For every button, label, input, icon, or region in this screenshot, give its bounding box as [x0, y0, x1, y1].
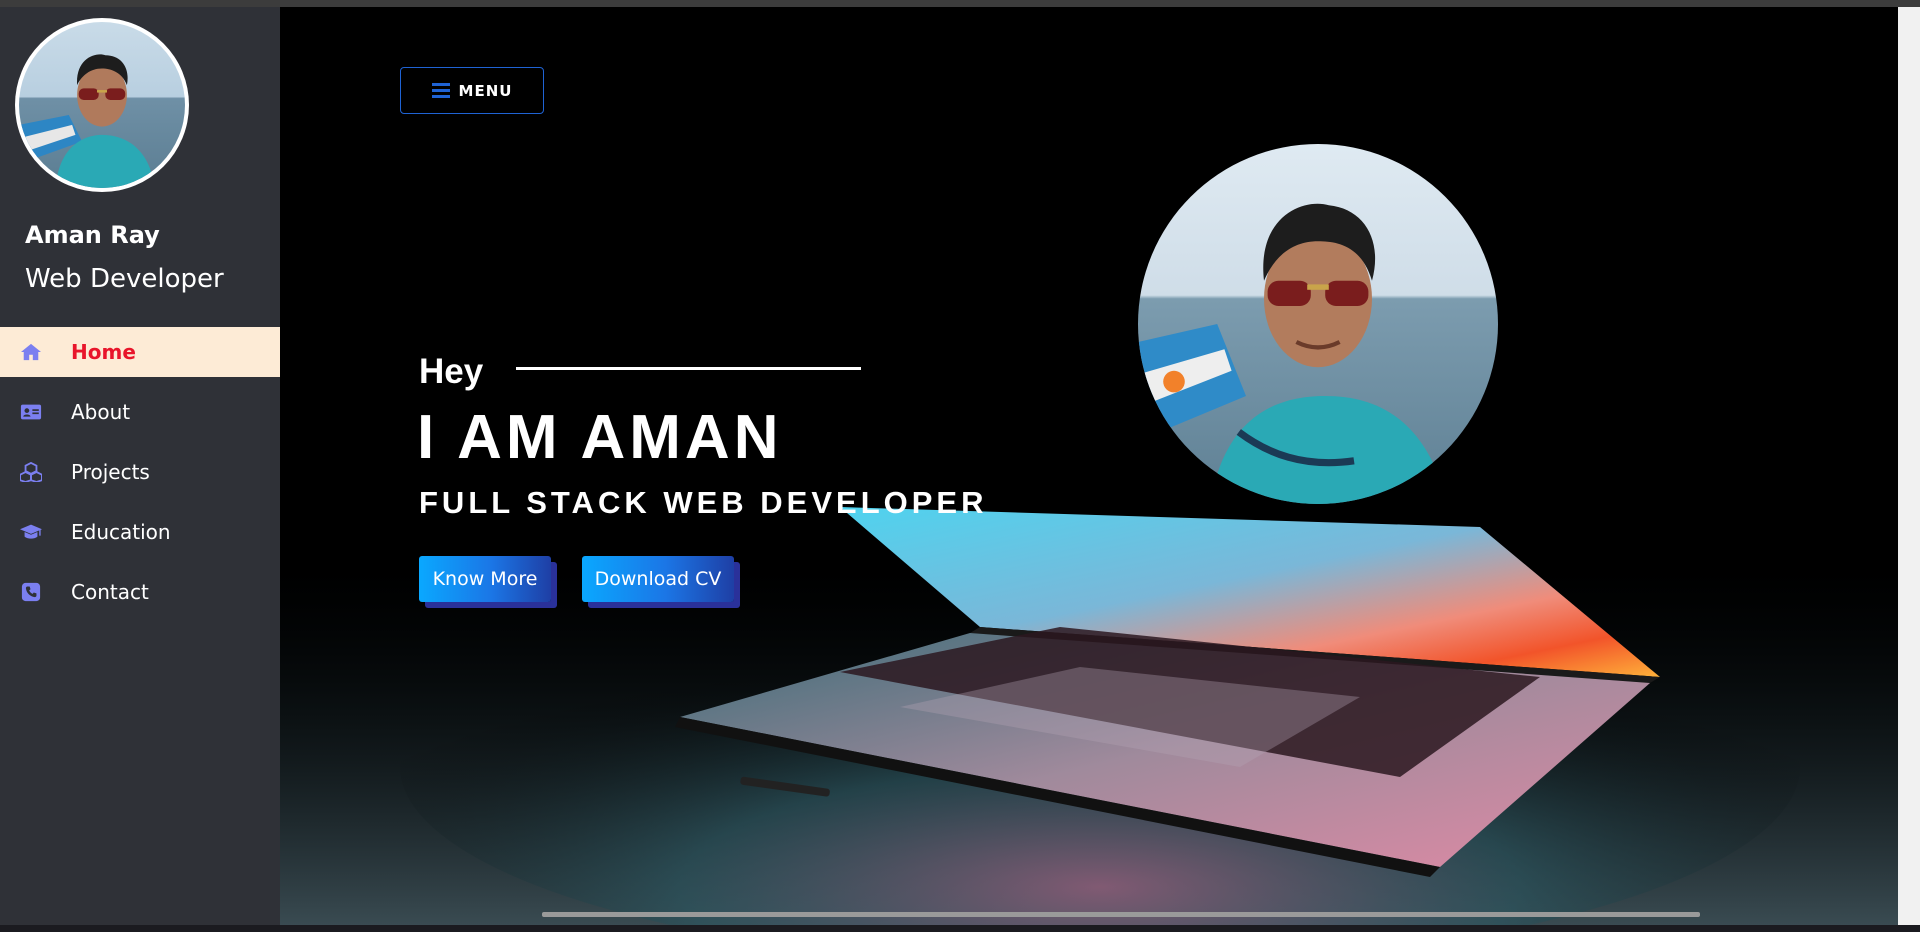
sidebar-item-contact[interactable]: Contact [0, 567, 280, 617]
sidebar-avatar-frame [15, 18, 189, 192]
sidebar-item-education[interactable]: Education [0, 507, 280, 557]
id-card-icon [20, 404, 42, 420]
hero-subtitle: FULL STACK WEB DEVELOPER [419, 485, 988, 520]
sidebar-item-label: Contact [71, 580, 149, 604]
horizontal-scrollbar[interactable] [542, 912, 1700, 917]
avatar [19, 22, 185, 188]
sidebar-item-label: Education [71, 520, 171, 544]
sidebar-item-home[interactable]: Home [0, 327, 280, 377]
sidebar-item-label: Home [71, 340, 136, 364]
taskbar-strip [0, 925, 1920, 932]
download-cv-button[interactable]: Download CV [582, 556, 734, 602]
graduation-cap-icon [20, 524, 42, 539]
menu-button[interactable]: MENU [400, 67, 544, 114]
hero-title: I AM AMAN [417, 403, 783, 472]
sidebar-item-label: About [71, 400, 131, 424]
hero-greeting: Hey [419, 352, 484, 391]
hero-section: MENU Hey I AM AMAN FULL STACK WEB DEVELO… [280, 7, 1898, 925]
know-more-button[interactable]: Know More [419, 556, 551, 602]
home-icon [21, 343, 41, 361]
phone-icon [21, 582, 41, 602]
sidebar-role: Web Developer [25, 264, 224, 294]
sidebar-name: Aman Ray [25, 221, 160, 249]
menu-button-label: MENU [458, 81, 513, 100]
sidebar: Aman Ray Web Developer Home About Projec… [0, 7, 280, 932]
sidebar-item-projects[interactable]: Projects [0, 447, 280, 497]
sidebar-item-about[interactable]: About [0, 387, 280, 437]
browser-top-bar [0, 0, 1920, 7]
sidebar-item-label: Projects [71, 460, 150, 484]
greeting-divider [516, 367, 861, 370]
hamburger-icon [431, 83, 450, 98]
sidebar-nav: Home About Projects Education Contact [0, 327, 280, 627]
vertical-scrollbar[interactable] [1898, 7, 1920, 932]
cubes-icon [20, 462, 42, 482]
hero-profile-photo [1138, 144, 1498, 504]
